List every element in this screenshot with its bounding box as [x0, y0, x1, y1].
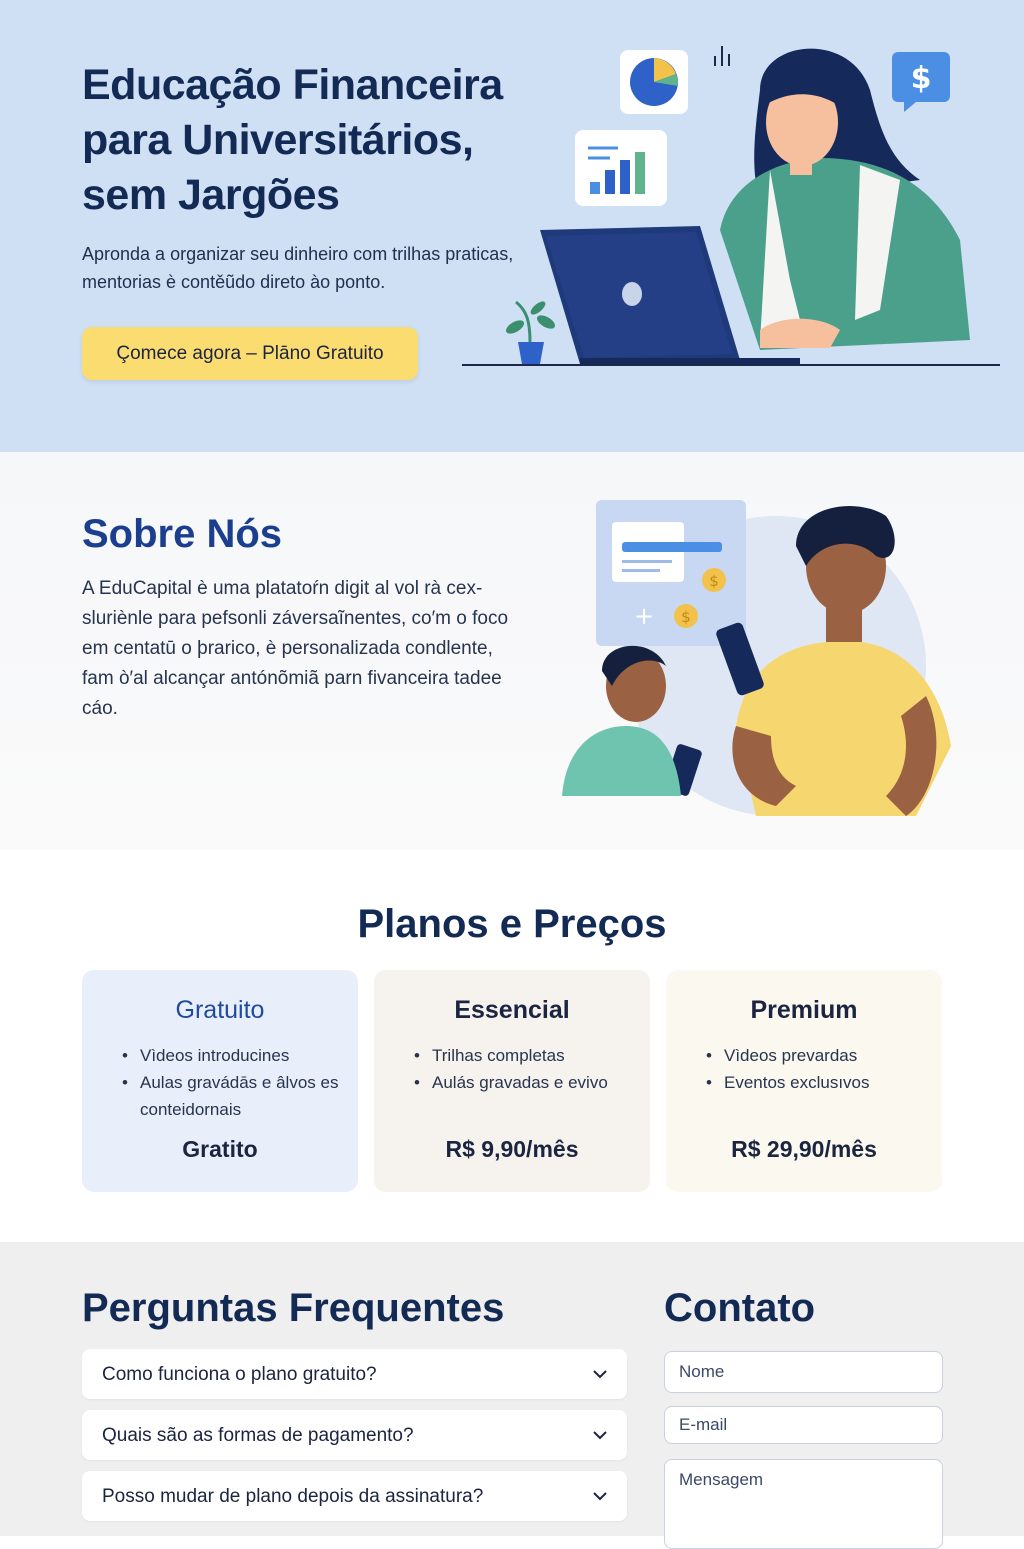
start-free-plan-button[interactable]: Çomece agora – Plāno Gratuito — [82, 327, 418, 380]
plan-price: Gratito — [182, 1136, 258, 1162]
hero-subtitle: Apronda a organizar seu dinheiro com tri… — [82, 244, 514, 292]
plan-feature: Aulás gravadas e evivo — [414, 1069, 634, 1096]
faq-question: Posso mudar de plano depois da assinatur… — [102, 1486, 484, 1507]
plan-features: Vìdeos introducines Aulas gravádās e âlv… — [122, 1042, 342, 1123]
pie-chart-icon — [620, 50, 688, 114]
dollar-chat-icon: $ — [892, 52, 950, 112]
pricing-section: Planos e Preços Gratuito Vìdeos introduc… — [0, 850, 1024, 1242]
about-section: Sobre Nós A EduCapital è uma platatoŕn d… — [0, 452, 1024, 850]
plan-feature: Aulas gravádās e âlvos es conteidornais — [122, 1069, 342, 1123]
email-field[interactable] — [664, 1406, 943, 1444]
chevron-down-icon — [593, 1370, 607, 1379]
chevron-down-icon — [593, 1431, 607, 1440]
plan-features: Trilhas completas Aulás gravadas e evivo — [414, 1042, 634, 1096]
plan-feature: Trilhas completas — [414, 1042, 634, 1069]
plan-card-premium[interactable]: Premium Vìdeos prevardas Eventos exclusı… — [666, 970, 942, 1192]
svg-text:+: + — [634, 602, 654, 630]
signal-icon — [714, 46, 730, 66]
plan-card-essential[interactable]: Essencial Trilhas completas Aulás gravad… — [374, 970, 650, 1192]
about-title: Sobre Nós — [82, 512, 283, 556]
svg-text:$: $ — [709, 572, 719, 590]
svg-text:$: $ — [911, 61, 932, 96]
plan-feature: Eventos exclusıvos — [706, 1069, 926, 1096]
faq-question: Quais são as formas de pagamento? — [102, 1425, 414, 1446]
name-field[interactable] — [664, 1351, 943, 1393]
faq-title: Perguntas Frequentes — [82, 1286, 505, 1330]
faq-item[interactable]: Quais são as formas de pagamento? — [82, 1410, 627, 1460]
plan-features: Vìdeos prevardas Eventos exclusıvos — [706, 1042, 926, 1096]
plan-price: R$ 9,90/mês — [445, 1136, 579, 1162]
hero-section: Educação Financeira para Universitários,… — [0, 0, 1024, 452]
about-illustration: + $ $ — [562, 500, 951, 816]
pricing-title: Planos e Preços — [357, 902, 667, 946]
about-text: A EduCapital è uma platatoŕn digit al vo… — [82, 578, 509, 719]
contact-title: Contato — [664, 1286, 816, 1330]
plan-price: R$ 29,90/mês — [731, 1136, 877, 1162]
plan-name: Essencial — [454, 996, 570, 1024]
plan-name: Gratuito — [175, 996, 265, 1024]
plan-name: Premium — [750, 996, 858, 1024]
bar-chart-icon — [575, 130, 667, 206]
faq-contact-section: Perguntas Frequentes Como funciona o pla… — [0, 1242, 1024, 1549]
chevron-down-icon — [593, 1492, 607, 1501]
faq-question: Como funciona o plano gratuito? — [102, 1364, 377, 1385]
faq-item[interactable]: Como funciona o plano gratuito? — [82, 1349, 627, 1399]
plant-icon — [505, 300, 556, 364]
hero-illustration: $ — [462, 46, 1000, 366]
plan-feature: Vìdeos introducines — [122, 1042, 342, 1069]
faq-item[interactable]: Posso mudar de plano depois da assinatur… — [82, 1471, 627, 1521]
plan-feature: Vìdeos prevardas — [706, 1042, 926, 1069]
plan-card-free[interactable]: Gratuito Vìdeos introducines Aulas gravá… — [82, 970, 358, 1192]
svg-text:$: $ — [681, 608, 691, 626]
